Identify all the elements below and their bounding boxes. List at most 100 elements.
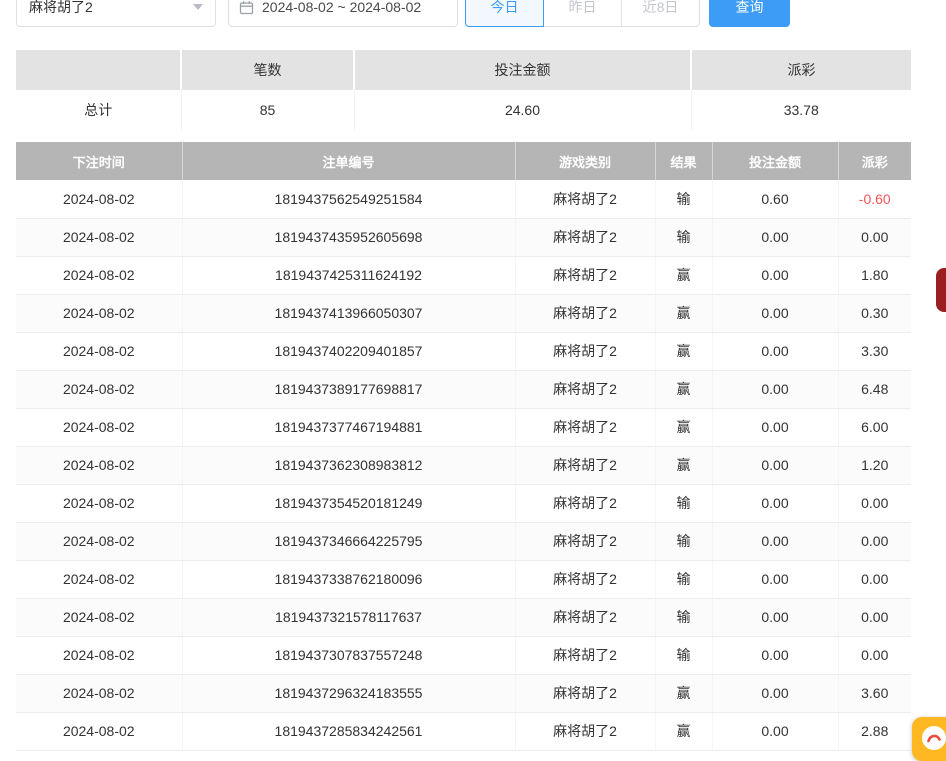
cell-bet-amount: 0.00 <box>712 370 838 408</box>
cell-bet-time: 2024-08-02 <box>16 294 182 332</box>
cell-bet-amount: 0.00 <box>712 522 838 560</box>
cell-payout: 0.00 <box>838 560 911 598</box>
cell-result: 赢 <box>655 408 712 446</box>
cell-result: 赢 <box>655 446 712 484</box>
cell-order-id: 1819437338762180096 <box>182 560 515 598</box>
header-order-id: 注单编号 <box>182 142 515 180</box>
date-range-value: 2024-08-02 ~ 2024-08-02 <box>262 0 421 15</box>
summary-total-payout: 33.78 <box>691 90 911 130</box>
cell-order-id: 1819437307837557248 <box>182 636 515 674</box>
cell-game-type: 麻将胡了2 <box>515 636 655 674</box>
cell-order-id: 1819437413966050307 <box>182 294 515 332</box>
cell-payout: 3.30 <box>838 332 911 370</box>
cell-result: 输 <box>655 484 712 522</box>
filter-bar: 麻将胡了2 2024-08-02 ~ 2024-08-02 今日 昨日 近8日 … <box>16 0 790 27</box>
cell-bet-time: 2024-08-02 <box>16 560 182 598</box>
cell-payout: 1.80 <box>838 256 911 294</box>
cell-payout: 1.20 <box>838 446 911 484</box>
summary-total-label: 总计 <box>16 90 181 130</box>
cell-result: 赢 <box>655 712 712 750</box>
table-row: 2024-08-021819437402209401857麻将胡了2赢0.003… <box>16 332 911 370</box>
cell-bet-time: 2024-08-02 <box>16 408 182 446</box>
summary-total-count: 85 <box>181 90 354 130</box>
table-row: 2024-08-021819437425311624192麻将胡了2赢0.001… <box>16 256 911 294</box>
cell-game-type: 麻将胡了2 <box>515 712 655 750</box>
side-floating-tab[interactable] <box>936 268 946 312</box>
header-payout: 派彩 <box>838 142 911 180</box>
cell-order-id: 1819437354520181249 <box>182 484 515 522</box>
summary-header-blank <box>16 50 181 90</box>
date-range-input[interactable]: 2024-08-02 ~ 2024-08-02 <box>228 0 458 27</box>
cell-order-id: 1819437425311624192 <box>182 256 515 294</box>
cell-order-id: 1819437377467194881 <box>182 408 515 446</box>
cell-order-id: 1819437389177698817 <box>182 370 515 408</box>
cell-bet-time: 2024-08-02 <box>16 446 182 484</box>
today-button[interactable]: 今日 <box>465 0 544 27</box>
cell-order-id: 1819437435952605698 <box>182 218 515 256</box>
quick-range-button-group: 今日 昨日 近8日 <box>465 0 700 27</box>
cell-result: 输 <box>655 522 712 560</box>
table-row: 2024-08-021819437362308983812麻将胡了2赢0.001… <box>16 446 911 484</box>
cell-game-type: 麻将胡了2 <box>515 674 655 712</box>
cell-payout: 2.88 <box>838 712 911 750</box>
cell-payout: 0.30 <box>838 294 911 332</box>
cell-game-type: 麻将胡了2 <box>515 294 655 332</box>
cell-game-type: 麻将胡了2 <box>515 408 655 446</box>
cell-payout: 0.00 <box>838 522 911 560</box>
cell-bet-time: 2024-08-02 <box>16 522 182 560</box>
cell-result: 赢 <box>655 294 712 332</box>
game-select[interactable]: 麻将胡了2 <box>16 0 216 27</box>
table-row: 2024-08-021819437562549251584麻将胡了2输0.60-… <box>16 180 911 218</box>
cell-bet-time: 2024-08-02 <box>16 256 182 294</box>
yesterday-button[interactable]: 昨日 <box>543 0 622 27</box>
cell-result: 赢 <box>655 370 712 408</box>
cell-result: 输 <box>655 636 712 674</box>
cell-result: 输 <box>655 180 712 218</box>
summary-header-row: 笔数 投注金额 派彩 <box>16 50 911 90</box>
last-8-days-button[interactable]: 近8日 <box>621 0 700 27</box>
cell-bet-time: 2024-08-02 <box>16 712 182 750</box>
cell-payout: 0.00 <box>838 598 911 636</box>
cell-payout: 3.60 <box>838 674 911 712</box>
cell-bet-amount: 0.00 <box>712 636 838 674</box>
table-row: 2024-08-021819437346664225795麻将胡了2输0.000… <box>16 522 911 560</box>
summary-header-bet-amount: 投注金额 <box>354 50 691 90</box>
cell-game-type: 麻将胡了2 <box>515 598 655 636</box>
summary-table: 笔数 投注金额 派彩 总计 85 24.60 33.78 <box>16 50 911 130</box>
summary-header-count: 笔数 <box>181 50 354 90</box>
cell-payout: 0.00 <box>838 484 911 522</box>
floating-service-button[interactable] <box>912 717 946 761</box>
cell-game-type: 麻将胡了2 <box>515 522 655 560</box>
cell-payout: 0.00 <box>838 636 911 674</box>
calendar-icon <box>239 0 254 15</box>
cell-game-type: 麻将胡了2 <box>515 332 655 370</box>
table-row: 2024-08-021819437321578117637麻将胡了2输0.000… <box>16 598 911 636</box>
cell-result: 赢 <box>655 674 712 712</box>
cell-game-type: 麻将胡了2 <box>515 370 655 408</box>
cell-payout: -0.60 <box>838 180 911 218</box>
cell-bet-time: 2024-08-02 <box>16 636 182 674</box>
cell-order-id: 1819437321578117637 <box>182 598 515 636</box>
records-table: 下注时间 注单编号 游戏类别 结果 投注金额 派彩 2024-08-021819… <box>16 142 911 751</box>
cell-game-type: 麻将胡了2 <box>515 180 655 218</box>
cell-bet-amount: 0.00 <box>712 408 838 446</box>
cell-result: 输 <box>655 218 712 256</box>
table-row: 2024-08-021819437354520181249麻将胡了2输0.000… <box>16 484 911 522</box>
cell-order-id: 1819437402209401857 <box>182 332 515 370</box>
cell-bet-amount: 0.00 <box>712 598 838 636</box>
table-row: 2024-08-021819437435952605698麻将胡了2输0.000… <box>16 218 911 256</box>
cell-bet-time: 2024-08-02 <box>16 180 182 218</box>
cell-game-type: 麻将胡了2 <box>515 446 655 484</box>
cell-result: 赢 <box>655 256 712 294</box>
chevron-down-icon <box>193 4 203 10</box>
summary-header-payout: 派彩 <box>691 50 911 90</box>
cell-bet-time: 2024-08-02 <box>16 484 182 522</box>
table-row: 2024-08-021819437389177698817麻将胡了2赢0.006… <box>16 370 911 408</box>
cell-payout: 0.00 <box>838 218 911 256</box>
search-button[interactable]: 查询 <box>709 0 790 27</box>
cell-bet-amount: 0.00 <box>712 218 838 256</box>
cell-result: 输 <box>655 560 712 598</box>
table-row: 2024-08-021819437377467194881麻将胡了2赢0.006… <box>16 408 911 446</box>
header-bet-time: 下注时间 <box>16 142 182 180</box>
cell-game-type: 麻将胡了2 <box>515 218 655 256</box>
